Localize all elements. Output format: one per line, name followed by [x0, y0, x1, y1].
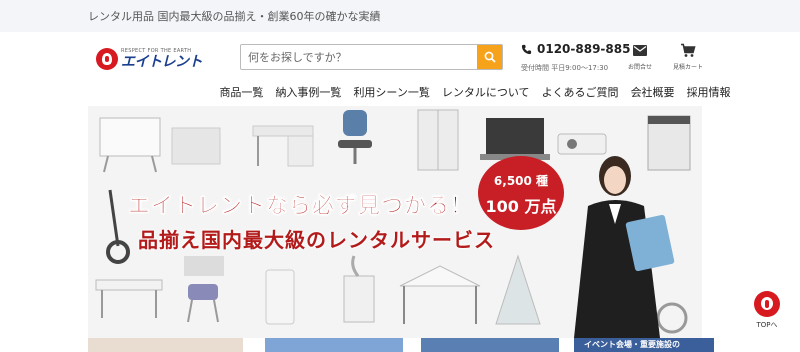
- phone-hours: 受付時間 平日9:00〜17:30: [521, 64, 609, 72]
- mail-icon: [633, 45, 647, 56]
- hero-headline: エイトレントなら必ず見つかる！: [128, 194, 474, 220]
- page-top-button[interactable]: TOPへ: [752, 291, 782, 330]
- phone-icon: [521, 44, 532, 54]
- contact-label: お問合せ: [627, 64, 652, 71]
- hero-subheadline: 品揃え国内最大級のレンタルサービス: [138, 228, 495, 252]
- site-logo[interactable]: RESPECT FOR THE EARTH エイトレント: [96, 45, 226, 73]
- site-header: RESPECT FOR THE EARTH エイトレント 0120-889-88…: [0, 32, 800, 84]
- feature-card-3[interactable]: [421, 338, 559, 352]
- feature-card-4-title: イベント会場・重要施設の: [584, 340, 680, 349]
- feature-card-1[interactable]: [88, 338, 243, 352]
- top-announcement-bar: レンタル用品 国内最大級の品揃え・創業60年の確かな実績: [0, 0, 800, 32]
- badge-items: 100 万点: [485, 197, 557, 216]
- hero-banner[interactable]: エイトレントなら必ず見つかる！ 品揃え国内最大級のレンタルサービス 6,500 …: [88, 106, 702, 338]
- search-bar: [240, 44, 503, 70]
- feature-card-2[interactable]: [265, 338, 403, 352]
- cart-label: 見積カート: [672, 64, 703, 71]
- phone-number[interactable]: 0120-889-885: [537, 42, 630, 56]
- feature-card-4[interactable]: イベント会場・重要施設の: [574, 338, 714, 352]
- quote-cart-link[interactable]: 見積カート: [668, 43, 708, 71]
- bee-logo-icon: [96, 48, 118, 70]
- product-count-badge: 6,500 種 100 万点: [478, 156, 564, 230]
- contact-link[interactable]: お問合せ: [620, 43, 660, 71]
- announcement-text: レンタル用品 国内最大級の品揃え・創業60年の確かな実績: [88, 10, 381, 23]
- page-top-label: TOPへ: [756, 321, 778, 329]
- cart-icon: [681, 43, 696, 57]
- badge-types: 6,500 種: [493, 174, 549, 188]
- product-collage: [95, 109, 691, 338]
- logo-name: エイトレント: [121, 54, 203, 70]
- search-icon: [484, 51, 496, 63]
- search-input[interactable]: [241, 45, 477, 69]
- search-button[interactable]: [477, 45, 502, 69]
- phone-contact: 0120-889-885 受付時間 平日9:00〜17:30: [521, 42, 630, 73]
- bee-mascot-icon: [754, 291, 780, 317]
